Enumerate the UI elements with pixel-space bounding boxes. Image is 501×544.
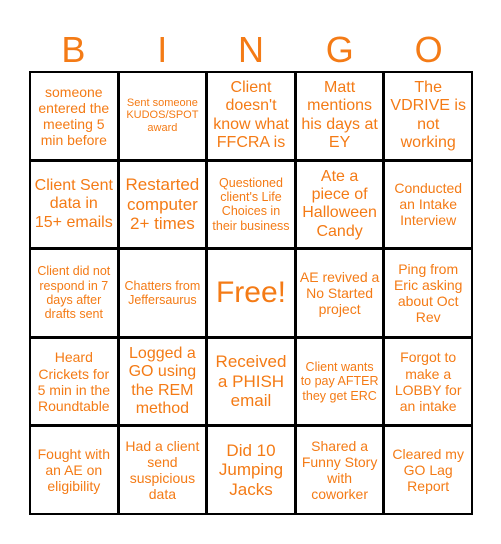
header-letter-i: I	[157, 29, 168, 70]
bingo-cell[interactable]: Cleared my GO Lag Report	[385, 427, 471, 513]
bingo-cell[interactable]: Client Sent data in 15+ emails	[31, 161, 117, 248]
bingo-cell[interactable]: Sent someone KUDOS/SPOT award	[119, 73, 206, 159]
bingo-cell[interactable]: Had a client send suspicious data	[119, 427, 206, 513]
bingo-cell[interactable]: Matt mentions his days at EY	[296, 73, 383, 159]
bingo-cell-text: Ate a piece of Halloween Candy	[302, 167, 377, 240]
bingo-header: B I N G O	[29, 28, 473, 72]
bingo-cell-text: Chatters from Jeffersaurus	[124, 278, 201, 307]
bingo-cell-text: Fought with an AE on eligibility	[37, 446, 110, 495]
bingo-cell-text: Received a PHISH email	[215, 352, 287, 411]
bingo-cell[interactable]: Questioned client's Life Choices in thei…	[208, 161, 294, 248]
bingo-cell-text: Client doesn't know what FFCRA is	[213, 79, 289, 152]
bingo-cell[interactable]: Conducted an Intake Interview	[385, 161, 471, 248]
bingo-cell-text: Restarted computer 2+ times	[125, 175, 200, 234]
bingo-cell-text: Client wants to pay AFTER they get ERC	[300, 360, 379, 403]
header-letter-o: O	[414, 29, 443, 70]
bingo-cell[interactable]: Received a PHISH email	[208, 338, 294, 425]
header-letter-g: G	[325, 29, 354, 70]
bingo-cell[interactable]: Fought with an AE on eligibility	[31, 427, 117, 513]
bingo-cell[interactable]: AE revived a No Started project	[296, 250, 383, 336]
bingo-cell-text: Client did not respond in 7 days after d…	[37, 264, 111, 322]
bingo-cell-free-space[interactable]: Free!	[208, 250, 294, 336]
bingo-cell[interactable]: Heard Crickets for 5 min in the Roundtab…	[31, 338, 117, 425]
bingo-cell[interactable]: someone entered the meeting 5 min before	[31, 73, 117, 159]
bingo-cell-text: Shared a Funny Story with coworker	[301, 438, 378, 503]
bingo-cell-text: Heard Crickets for 5 min in the Roundtab…	[37, 349, 110, 414]
bingo-cell[interactable]: Ping from Eric asking about Oct Rev	[385, 250, 471, 336]
bingo-cell-text: Free!	[215, 275, 286, 309]
bingo-cell[interactable]: Client doesn't know what FFCRA is	[208, 73, 294, 159]
bingo-cell[interactable]: Client did not respond in 7 days after d…	[31, 250, 117, 336]
bingo-cell[interactable]: Logged a GO using the REM method	[119, 338, 206, 425]
bingo-cell-text: Had a client send suspicious data	[125, 438, 200, 503]
bingo-cell[interactable]: The VDRIVE is not working	[385, 73, 471, 159]
bingo-cell[interactable]: Client wants to pay AFTER they get ERC	[296, 338, 383, 425]
bingo-cell-text: Sent someone KUDOS/SPOT award	[126, 96, 199, 135]
bingo-cell-text: Questioned client's Life Choices in thei…	[212, 175, 290, 233]
bingo-cell-text: Ping from Eric asking about Oct Rev	[393, 260, 463, 326]
bingo-cell-text: Logged a GO using the REM method	[128, 344, 197, 417]
bingo-cell[interactable]: Did 10 Jumping Jacks	[208, 427, 294, 513]
bingo-cell-text: Did 10 Jumping Jacks	[218, 440, 284, 499]
bingo-cell-text: Conducted an Intake Interview	[394, 180, 463, 229]
bingo-cell[interactable]: Forgot to make a LOBBY for an intake	[385, 338, 471, 425]
bingo-card-grid: someone entered the meeting 5 min before…	[29, 71, 473, 515]
bingo-cell-text: The VDRIVE is not working	[390, 79, 466, 152]
bingo-cell-text: Client Sent data in 15+ emails	[34, 176, 113, 231]
bingo-cell-text: Forgot to make a LOBBY for an intake	[394, 349, 462, 414]
bingo-cell-text: Matt mentions his days at EY	[301, 79, 378, 152]
header-letter-n: N	[237, 29, 264, 70]
bingo-cell-text: AE revived a No Started project	[299, 268, 380, 318]
header-letter-b: B	[61, 29, 86, 70]
bingo-cell[interactable]: Chatters from Jeffersaurus	[119, 250, 206, 336]
bingo-cell-text: someone entered the meeting 5 min before	[38, 83, 110, 148]
bingo-cell[interactable]: Restarted computer 2+ times	[119, 161, 206, 248]
bingo-cell-text: Cleared my GO Lag Report	[392, 446, 464, 495]
bingo-cell[interactable]: Shared a Funny Story with coworker	[296, 427, 383, 513]
bingo-cell[interactable]: Ate a piece of Halloween Candy	[296, 161, 383, 248]
